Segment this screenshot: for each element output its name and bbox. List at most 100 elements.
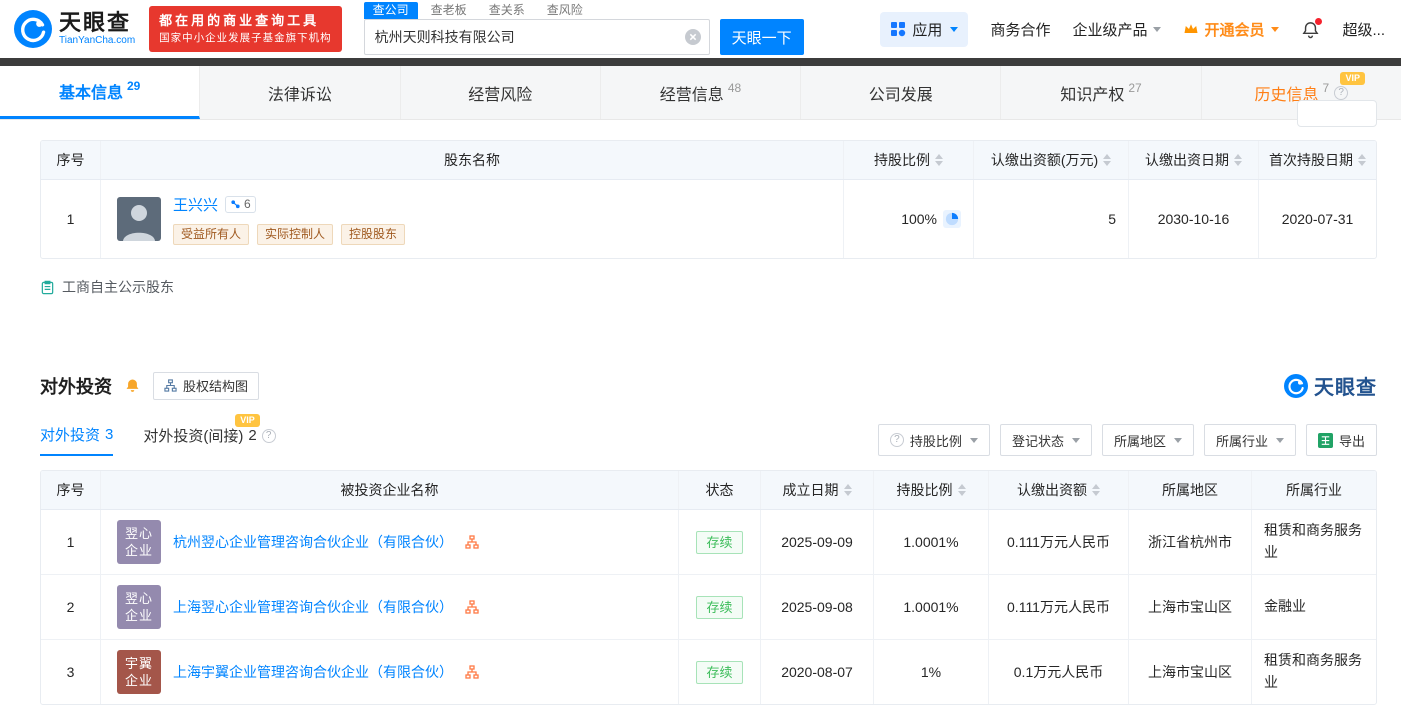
company-logo: 翌心企业 — [117, 520, 161, 564]
col-subscribed-amount-sort[interactable]: 认缴出资额(万元) — [974, 141, 1129, 179]
chevron-down-icon — [1153, 26, 1162, 32]
partial-floating-button[interactable] — [1297, 100, 1377, 127]
chevron-down-icon — [1071, 437, 1080, 443]
tab-count: 7 — [1322, 80, 1330, 95]
first-holding-date-cell: 2020-07-31 — [1281, 211, 1354, 227]
outbound-investment-section: 对外投资 股权结构图 天眼查 对外投资 3 VIP 对外投资(间接) 2 ? ?… — [40, 371, 1377, 705]
nav-business-cooperation[interactable]: 商务合作 — [990, 19, 1050, 40]
apps-label: 应用 — [912, 21, 943, 39]
tag-controlling-shareholder: 控股股东 — [341, 223, 406, 245]
investment-row: 2 翌心企业 上海翌心企业管理咨询合伙企业（有限合伙） 存续 2025-09-0… — [41, 575, 1376, 640]
export-button[interactable]: 导出 — [1305, 424, 1377, 456]
filter-region[interactable]: 所属地区 — [1101, 424, 1194, 456]
related-companies-badge[interactable]: 6 — [225, 195, 256, 213]
col-subscribed-amount-sort[interactable]: 认缴出资额 — [989, 471, 1129, 509]
subtab-label: 对外投资(间接) — [143, 428, 244, 445]
region-cell: 上海市宝山区 — [1129, 640, 1252, 704]
col-label: 持股比例 — [874, 152, 930, 168]
help-icon: ? — [889, 433, 904, 447]
status-cell: 存续 — [679, 575, 761, 639]
export-excel-icon — [1317, 432, 1333, 448]
tag-actual-controller: 实际控制人 — [257, 223, 334, 245]
shareholder-name-link[interactable]: 王兴兴 — [173, 194, 218, 215]
company-name-link[interactable]: 杭州翌心企业管理咨询合伙企业（有限合伙） — [173, 532, 453, 552]
logo-subtitle: TianYanCha.com — [59, 35, 136, 46]
subtab-direct-investment[interactable]: 对外投资 3 — [40, 424, 114, 456]
company-name-link[interactable]: 上海宇翼企业管理咨询合伙企业（有限合伙） — [173, 662, 453, 682]
search-tab-relation[interactable]: 查关系 — [480, 2, 534, 19]
row-index: 1 — [41, 510, 101, 574]
industry-cell: 租赁和商务服务业 — [1264, 522, 1362, 560]
company-logo: 宇翼企业 — [117, 650, 161, 694]
shareholders-table: 序号 股东名称 持股比例 认缴出资额(万元) 认缴出资日期 首次持股日期 1 王… — [40, 140, 1377, 259]
filter-registration-status[interactable]: 登记状态 — [999, 424, 1092, 456]
shareholder-avatar[interactable] — [117, 197, 161, 241]
search-tab-company[interactable]: 查公司 — [363, 2, 418, 19]
vip-badge: VIP — [1340, 72, 1365, 85]
ratio-pie-icon[interactable] — [943, 210, 961, 228]
equity-structure-icon[interactable] — [465, 600, 479, 614]
filter-industry[interactable]: 所属行业 — [1203, 424, 1296, 456]
col-status: 状态 — [679, 471, 761, 509]
col-label: 认缴出资日期 — [1145, 152, 1229, 168]
search-tab-risk[interactable]: 查风险 — [538, 2, 592, 19]
filter-label: 登记状态 — [1011, 433, 1064, 449]
help-icon[interactable]: ? — [261, 428, 276, 443]
company-tabbar: 基本信息 29 法律诉讼 经营风险 经营信息 48 公司发展 知识产权 27 V… — [0, 66, 1401, 120]
investment-filters: ? 持股比例 登记状态 所属地区 所属行业 导出 — [877, 424, 1377, 456]
search-input[interactable] — [363, 19, 710, 55]
ratio-value: 100% — [901, 211, 937, 227]
col-region: 所属地区 — [1129, 471, 1252, 509]
shareholder-row: 1 王兴兴 6 受益所有人 实际控制人 控股股东 100% 5 2030-10-… — [41, 180, 1376, 258]
col-first-holding-date-sort[interactable]: 首次持股日期 — [1259, 141, 1376, 179]
tab-label: 经营风险 — [468, 86, 533, 104]
holding-ratio-cell: 1% — [874, 640, 989, 704]
search-tab-boss[interactable]: 查老板 — [422, 2, 476, 19]
investment-row: 1 翌心企业 杭州翌心企业管理咨询合伙企业（有限合伙） 存续 2025-09-0… — [41, 510, 1376, 575]
tab-company-development[interactable]: 公司发展 — [801, 66, 1002, 119]
subscribed-date-cell: 2030-10-16 — [1129, 180, 1259, 258]
nav-enterprise-products[interactable]: 企业级产品 — [1072, 19, 1162, 40]
col-shareholder-name: 股东名称 — [101, 141, 844, 179]
filter-holding-ratio[interactable]: ? 持股比例 — [877, 424, 990, 456]
status-cell: 存续 — [679, 510, 761, 574]
logo-text: 天眼查 TianYanCha.com — [59, 11, 135, 47]
equity-structure-icon[interactable] — [465, 665, 479, 679]
notifications-bell[interactable] — [1301, 17, 1323, 39]
subtab-count: 3 — [105, 426, 114, 443]
tab-intellectual-property[interactable]: 知识产权 27 — [1001, 66, 1202, 119]
holding-ratio-cell: 1.0001% — [874, 575, 989, 639]
col-subscribed-date-sort[interactable]: 认缴出资日期 — [1129, 141, 1259, 179]
clear-search-icon[interactable] — [684, 29, 701, 45]
tab-label: 知识产权 — [1060, 86, 1125, 104]
subscribe-bell-icon[interactable] — [124, 377, 141, 394]
nav-open-membership[interactable]: 开通会员 — [1183, 19, 1280, 40]
search-block: 查公司 查老板 查关系 查风险 天眼一下 — [363, 0, 804, 58]
tab-basic-info[interactable]: 基本信息 29 — [0, 66, 201, 119]
investment-table-header: 序号 被投资企业名称 状态 成立日期 持股比例 认缴出资额 所属地区 所属行业 — [41, 471, 1376, 510]
vip-badge: VIP — [235, 414, 260, 427]
company-name-link[interactable]: 上海翌心企业管理咨询合伙企业（有限合伙） — [173, 597, 453, 617]
status-cell: 存续 — [679, 640, 761, 704]
search-input-wrap — [363, 19, 710, 55]
tab-business-info[interactable]: 经营信息 48 — [601, 66, 802, 119]
tab-legal-proceedings[interactable]: 法律诉讼 — [200, 66, 401, 119]
col-holding-ratio-sort[interactable]: 持股比例 — [874, 471, 989, 509]
nav-super-vip[interactable]: 超级... — [1342, 19, 1385, 40]
search-button[interactable]: 天眼一下 — [719, 19, 804, 55]
equity-structure-button[interactable]: 股权结构图 — [153, 371, 260, 400]
col-ratio-sort[interactable]: 持股比例 — [844, 141, 974, 179]
tab-label: 公司发展 — [868, 86, 933, 104]
logo-title: 天眼查 — [59, 10, 132, 35]
subtab-indirect-investment[interactable]: VIP 对外投资(间接) 2 ? — [143, 414, 276, 455]
col-established-date-sort[interactable]: 成立日期 — [761, 471, 874, 509]
subscribed-amount-cell: 0.111万元人民币 — [989, 575, 1129, 639]
public-shareholders-link[interactable]: 工商自主公示股东 — [40, 277, 1377, 297]
apps-menu[interactable]: 应用 — [880, 11, 969, 47]
tab-operating-risk[interactable]: 经营风险 — [401, 66, 601, 119]
sort-icon — [843, 484, 852, 496]
tag-beneficial-owner: 受益所有人 — [173, 223, 250, 245]
tianyancha-logo[interactable]: 天眼查 TianYanCha.com — [14, 10, 135, 48]
equity-structure-icon[interactable] — [465, 535, 479, 549]
help-icon[interactable]: ? — [1334, 85, 1349, 100]
